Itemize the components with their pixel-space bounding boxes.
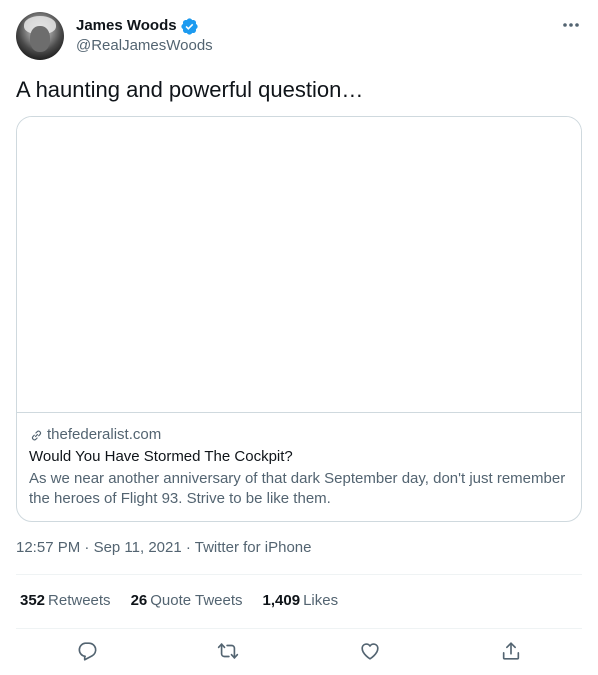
share-icon xyxy=(502,642,520,660)
tweet-time[interactable]: 12:57 PM xyxy=(16,539,80,556)
quote-tweets-label: Quote Tweets xyxy=(150,592,243,609)
more-options-button[interactable] xyxy=(560,14,582,36)
retweets-label: Retweets xyxy=(48,592,111,609)
like-icon xyxy=(361,643,379,660)
likes-stat[interactable]: 1,409 Likes xyxy=(263,591,339,611)
like-button[interactable] xyxy=(357,638,383,664)
more-dots-icon xyxy=(563,23,579,27)
reply-icon xyxy=(78,642,97,661)
retweets-stat[interactable]: 352 Retweets xyxy=(20,591,111,611)
likes-count: 1,409 xyxy=(262,592,301,609)
share-button[interactable] xyxy=(498,638,524,664)
tweet-meta: 12:57 PM · Sep 11, 2021 · Twitter for iP… xyxy=(16,538,311,558)
meta-separator: · xyxy=(80,539,94,556)
author-display-name[interactable]: James Woods xyxy=(76,16,177,36)
author-name-row: James Woods xyxy=(76,16,199,36)
verified-badge-icon xyxy=(180,17,199,36)
divider-bottom xyxy=(16,628,582,629)
card-media-image[interactable] xyxy=(17,117,581,413)
reply-button[interactable] xyxy=(74,638,100,664)
card-domain-row: thefederalist.com xyxy=(29,425,569,445)
link-icon xyxy=(31,430,42,440)
retweets-count: 352 xyxy=(20,592,46,609)
avatar-face xyxy=(30,26,50,52)
card-title: Would You Have Stormed The Cockpit? xyxy=(29,448,293,465)
retweet-button[interactable] xyxy=(215,638,241,664)
card-body: thefederalist.com Would You Have Stormed… xyxy=(17,413,581,509)
tweet: James Woods @RealJamesWoods A haunting a… xyxy=(0,0,598,675)
divider-top xyxy=(16,574,582,575)
quote-tweets-count: 26 xyxy=(130,592,148,609)
avatar[interactable] xyxy=(16,12,64,60)
card-description: As we near another anniversary of that d… xyxy=(29,470,566,507)
action-bar xyxy=(16,636,582,666)
tweet-date[interactable]: Sep 11, 2021 xyxy=(94,539,182,556)
retweet-icon xyxy=(217,643,239,659)
tweet-stats: 352 Retweets 26 Quote Tweets 1,409 Likes xyxy=(20,591,358,611)
likes-label: Likes xyxy=(303,592,339,609)
tweet-text: A haunting and powerful question… xyxy=(16,77,364,102)
link-card[interactable]: thefederalist.com Would You Have Stormed… xyxy=(16,116,582,522)
author-handle[interactable]: @RealJamesWoods xyxy=(76,36,213,56)
card-domain: thefederalist.com xyxy=(47,426,162,443)
meta-separator-2: · xyxy=(181,539,195,556)
tweet-source[interactable]: Twitter for iPhone xyxy=(195,539,312,556)
quote-tweets-stat[interactable]: 26 Quote Tweets xyxy=(131,591,243,611)
